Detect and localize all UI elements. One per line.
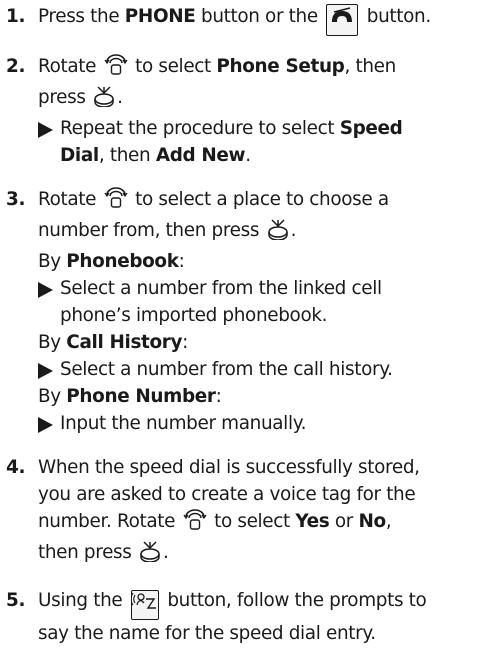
step-number: 1. bbox=[6, 6, 26, 27]
option-name: Phonebook bbox=[66, 251, 179, 272]
step-line: Using the button, follow the prompts to bbox=[38, 587, 479, 620]
step-number: 5. bbox=[6, 590, 26, 611]
step-bold-text: Yes bbox=[295, 511, 330, 532]
step-text: to select bbox=[208, 511, 296, 532]
step-text: , bbox=[385, 511, 392, 532]
step-text: Rotate bbox=[38, 189, 102, 210]
step-text: By bbox=[38, 251, 67, 272]
step-text: number. Rotate bbox=[38, 511, 181, 532]
step-text: By bbox=[38, 332, 67, 353]
selector-knob-icon bbox=[104, 54, 128, 84]
step-text: then press bbox=[38, 542, 137, 563]
option-description: Select a number from the call history. bbox=[60, 359, 393, 380]
step-text: , then bbox=[98, 145, 156, 166]
arrow-right-icon bbox=[38, 282, 53, 298]
step-line: When the speed dial is successfully stor… bbox=[38, 457, 420, 478]
step-text: Press the bbox=[38, 6, 125, 27]
step-3: 3. Rotate to select a place to choose a … bbox=[0, 186, 483, 437]
step-number: 3. bbox=[6, 189, 26, 210]
enter-press-icon bbox=[267, 218, 289, 248]
step-text: or bbox=[329, 511, 359, 532]
step-line: number from, then press . bbox=[38, 217, 479, 248]
step-line: then press . bbox=[38, 539, 479, 570]
step-text: button, follow the prompts to bbox=[161, 590, 427, 611]
step-line: press . bbox=[38, 84, 479, 115]
arrow-right-icon bbox=[38, 122, 53, 138]
option-heading-phone-number: By Phone Number: bbox=[38, 383, 479, 410]
step-text: button. bbox=[361, 6, 431, 27]
step-text: Repeat the procedure to select bbox=[60, 118, 340, 139]
enter-press-icon bbox=[93, 85, 115, 115]
step-line: you are asked to create a voice tag for … bbox=[38, 484, 416, 505]
step-text: to select a place to choose a bbox=[129, 189, 389, 210]
option-name: Call History bbox=[66, 332, 183, 353]
step-bold-text: No bbox=[358, 511, 387, 532]
step-text: Using the bbox=[38, 590, 128, 611]
option-description: Input the number manually. bbox=[60, 413, 307, 434]
arrow-right-icon bbox=[38, 363, 53, 379]
step-line: Repeat the procedure to select Speed bbox=[60, 115, 479, 142]
step-line: Press the PHONE button or the button. bbox=[38, 3, 479, 36]
step-line: Rotate to select Phone Setup, then bbox=[38, 53, 479, 84]
step-1: 1. Press the PHONE button or the button. bbox=[0, 3, 483, 36]
step-text: to select bbox=[129, 56, 217, 77]
step-text: : bbox=[215, 386, 222, 407]
option-description: Select a number from the linked cell bbox=[60, 278, 382, 299]
step-number: 4. bbox=[6, 457, 26, 478]
step-line: Rotate to select a place to choose a bbox=[38, 186, 479, 217]
step-bold-text: Speed bbox=[339, 118, 403, 139]
step-text: number from, then press bbox=[38, 220, 265, 241]
sub-instruction: Input the number manually. bbox=[38, 410, 479, 437]
step-text: Rotate bbox=[38, 56, 102, 77]
sub-instruction: Repeat the procedure to select Speed Dia… bbox=[38, 115, 479, 169]
step-line: say the name for the speed dial entry. bbox=[38, 623, 376, 644]
selector-knob-icon bbox=[183, 509, 207, 539]
option-heading-call-history: By Call History: bbox=[38, 329, 479, 356]
option-heading-phonebook: By Phonebook: bbox=[38, 248, 479, 275]
step-text: : bbox=[178, 251, 185, 272]
step-4: 4. When the speed dial is successfully s… bbox=[0, 454, 483, 570]
sub-instruction: Select a number from the linked cell pho… bbox=[38, 275, 479, 329]
step-bold-text: Dial bbox=[60, 145, 99, 166]
step-line: Dial, then Add New. bbox=[60, 142, 479, 169]
step-2: 2. Rotate to select Phone Setup, then pr… bbox=[0, 53, 483, 169]
step-text: . bbox=[163, 542, 169, 563]
phone-button-icon bbox=[326, 4, 359, 36]
step-text: By bbox=[38, 386, 67, 407]
step-text: . bbox=[117, 87, 123, 108]
sub-instruction: Select a number from the call history. bbox=[38, 356, 479, 383]
arrow-right-icon bbox=[38, 417, 53, 433]
step-text: . bbox=[245, 145, 251, 166]
step-text: press bbox=[38, 87, 92, 108]
instructions-page: 1. Press the PHONE button or the button.… bbox=[0, 0, 483, 672]
talk-button-icon bbox=[130, 590, 159, 620]
step-text: . bbox=[290, 220, 297, 241]
selector-knob-icon bbox=[104, 187, 128, 217]
option-name: Phone Number bbox=[66, 386, 216, 407]
step-text: button or the bbox=[195, 6, 324, 27]
step-text: : bbox=[182, 332, 188, 353]
step-line: number. Rotate to select Yes or No, bbox=[38, 508, 479, 539]
step-text: , then bbox=[344, 56, 397, 77]
step-number: 2. bbox=[6, 56, 26, 77]
enter-press-icon bbox=[139, 540, 161, 570]
option-description: phone’s imported phonebook. bbox=[60, 305, 328, 326]
step-5: 5. Using the button, follow the prompts … bbox=[0, 587, 483, 647]
step-bold-text: Phone Setup bbox=[216, 56, 345, 77]
step-bold-text: Add New bbox=[155, 145, 246, 166]
step-bold-text: PHONE bbox=[124, 6, 196, 27]
